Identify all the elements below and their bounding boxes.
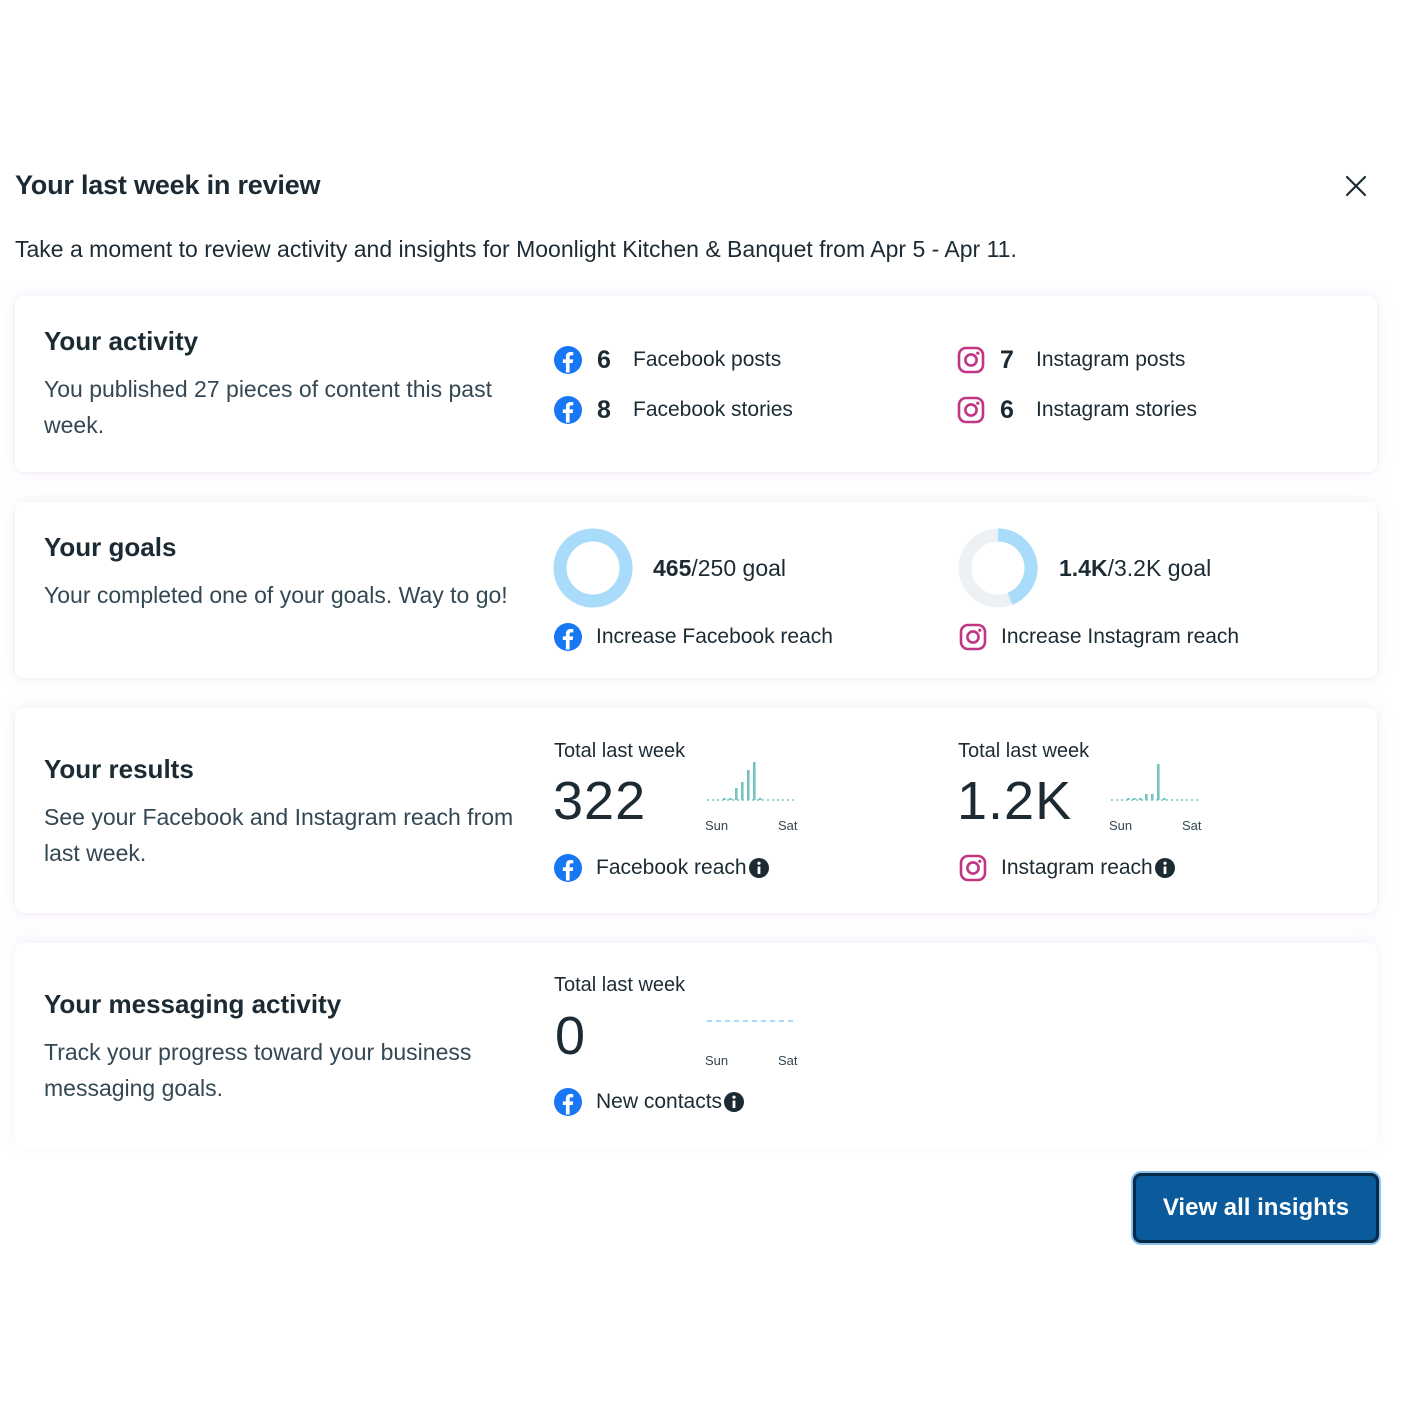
facebook-reach-metric: Facebook reach [553, 852, 770, 884]
goal-value: 1.4K [1059, 555, 1108, 581]
goal-value: 465 [653, 555, 692, 581]
instagram-icon [956, 395, 986, 425]
sparkline-bar [1133, 798, 1136, 800]
stat-label: Facebook stories [633, 398, 793, 421]
messaging-description: Track your progress toward your business… [44, 1039, 472, 1101]
view-all-insights-button[interactable]: View all insights [1133, 1173, 1379, 1243]
close-button[interactable] [1338, 168, 1374, 204]
goal-label: Increase Facebook reach [596, 625, 833, 648]
goals-description: Your completed one of your goals. Way to… [44, 582, 508, 608]
stat-count: 8 [597, 395, 611, 424]
sparkline-bar [1145, 794, 1148, 800]
stat-count: 6 [597, 345, 611, 374]
facebook-goal-progress: 465/250 goal [653, 555, 786, 582]
facebook-goal: Increase Facebook reach [553, 621, 833, 653]
dialog-title: Your last week in review [15, 170, 321, 200]
total-label: Total last week [554, 974, 686, 996]
sparkline-bar [741, 782, 744, 800]
stat-instagram-posts: 7 Instagram posts [956, 343, 1185, 377]
instagram-goal-ring [958, 528, 1038, 608]
activity-heading: Your activity [44, 326, 199, 356]
sparkline-bar [1139, 798, 1142, 800]
goal-label: Increase Instagram reach [1001, 625, 1240, 648]
close-icon[interactable] [1344, 174, 1368, 198]
facebook-icon [553, 622, 583, 652]
facebook-icon [553, 345, 583, 375]
info-icon[interactable] [748, 857, 770, 879]
sparkline-bar [735, 788, 738, 800]
new-contacts-total: 0 [555, 1006, 587, 1066]
instagram-goal-progress: 1.4K/3.2K goal [1059, 555, 1211, 582]
facebook-icon [553, 395, 583, 425]
facebook-reach-total: 322 [553, 771, 647, 831]
sparkline-start-label: Sun [1109, 818, 1133, 833]
instagram-reach-total: 1.2K [957, 771, 1073, 831]
sparkline-bar [1127, 798, 1130, 800]
instagram-goal: Increase Instagram reach [958, 621, 1239, 653]
total-label: Total last week [958, 740, 1090, 762]
messaging-heading: Your messaging activity [44, 989, 342, 1019]
stat-count: 6 [1000, 395, 1014, 424]
activity-description: You published 27 pieces of content this … [44, 376, 492, 438]
sparkline-bar [1151, 794, 1154, 800]
total-label: Total last week [554, 740, 686, 762]
sparkline-start-label: Sun [705, 1053, 729, 1068]
goals-heading: Your goals [44, 532, 177, 562]
sparkline-bar [753, 762, 756, 800]
results-heading: Your results [44, 754, 194, 784]
stat-label: Instagram posts [1036, 348, 1186, 371]
facebook-icon [553, 853, 583, 883]
results-description: See your Facebook and Instagram reach fr… [44, 804, 514, 866]
facebook-goal-ring [553, 528, 633, 608]
sparkline-bar [1157, 764, 1160, 800]
info-icon[interactable] [723, 1091, 745, 1113]
dialog-subtitle: Take a moment to review activity and ins… [15, 236, 1017, 262]
info-icon[interactable] [1154, 857, 1176, 879]
goal-target: /250 goal [691, 555, 787, 581]
sparkline-bar [723, 798, 726, 800]
goals-card: Your goals Your completed one of your go… [15, 502, 1377, 678]
sparkline-bar [747, 770, 750, 800]
sparkline-end-label: Sat [1182, 818, 1202, 833]
metric-label: New contacts [596, 1090, 723, 1113]
sparkline-end-label: Sat [778, 818, 798, 833]
instagram-icon [958, 853, 988, 883]
facebook-icon [553, 1087, 583, 1117]
new-contacts-metric: New contacts [553, 1086, 745, 1118]
new-contacts-sparkline [707, 1020, 797, 1022]
stat-label: Facebook posts [633, 348, 782, 371]
stat-count: 7 [1000, 345, 1014, 374]
instagram-icon [956, 345, 986, 375]
metric-label: Facebook reach [596, 856, 747, 879]
results-card: Your results See your Facebook and Insta… [15, 708, 1377, 913]
instagram-reach-metric: Instagram reach [958, 852, 1176, 884]
sparkline-bar [1163, 798, 1166, 800]
instagram-icon [958, 622, 988, 652]
messaging-card: Your messaging activity Track your progr… [15, 943, 1377, 1148]
facebook-reach-sparkline [707, 762, 797, 801]
stat-facebook-stories: 8 Facebook stories [553, 393, 793, 427]
goal-target: /3.2K goal [1107, 555, 1212, 581]
instagram-reach-sparkline [1111, 764, 1201, 801]
sparkline-start-label: Sun [705, 818, 729, 833]
metric-label: Instagram reach [1001, 856, 1153, 879]
stat-label: Instagram stories [1036, 398, 1198, 421]
stat-facebook-posts: 6 Facebook posts [553, 343, 781, 377]
activity-card: Your activity You published 27 pieces of… [15, 296, 1377, 472]
stat-instagram-stories: 6 Instagram stories [956, 393, 1197, 427]
sparkline-bar [729, 798, 732, 800]
sparkline-bar [759, 798, 762, 800]
sparkline-end-label: Sat [778, 1053, 798, 1068]
